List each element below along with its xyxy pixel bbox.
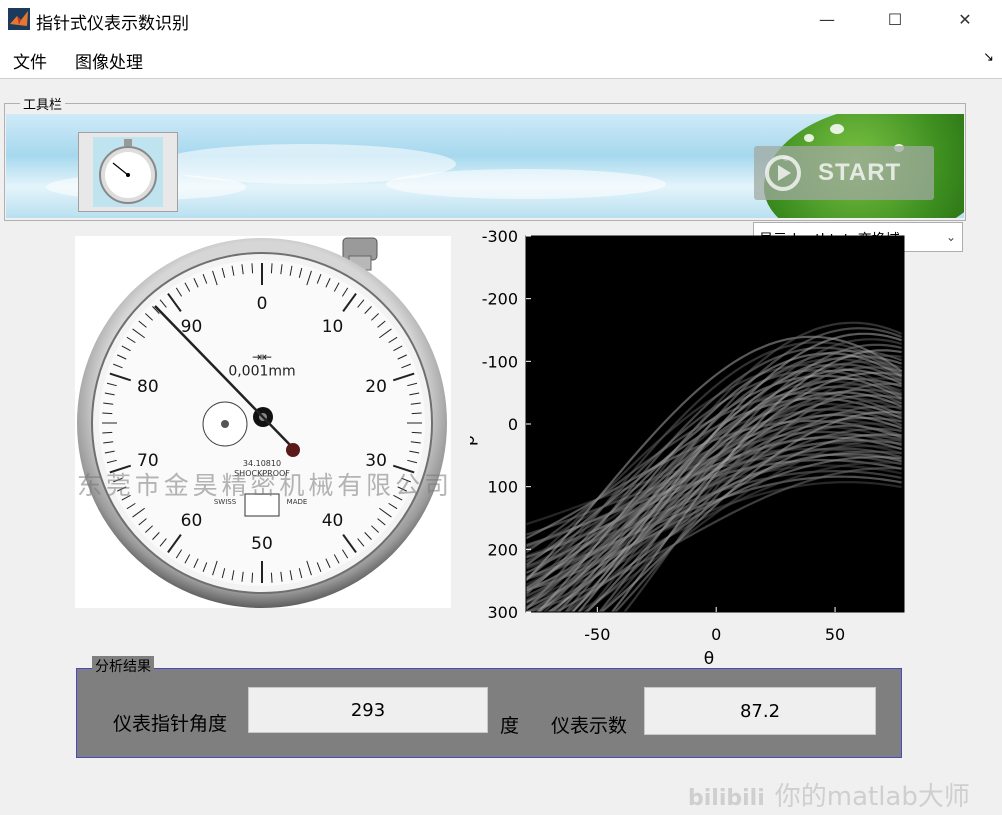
toolbar-panel-title: 工具栏 — [20, 94, 66, 113]
reading-label: 仪表示数 — [551, 715, 628, 737]
start-label: START — [818, 159, 902, 186]
gauge-number-40: 40 — [322, 511, 344, 531]
y-axis-label: ρ — [470, 435, 479, 446]
gauge-number-0: 0 — [257, 294, 268, 314]
gauge-number-60: 60 — [181, 511, 203, 531]
x-axis-label: θ — [704, 649, 714, 666]
site-watermark: bilibili 你的matlab大师 — [688, 776, 970, 813]
gauge-number-20: 20 — [365, 377, 387, 397]
svg-text:⇥⇤: ⇥⇤ — [252, 350, 272, 364]
angle-label: 仪表指针角度 — [113, 713, 228, 735]
gauge-number-50: 50 — [251, 534, 273, 554]
maximize-button[interactable]: ☐ — [872, 0, 918, 38]
angle-unit-label: 度 — [500, 715, 520, 737]
bilibili-logo-icon: bilibili — [688, 786, 765, 811]
svg-text:34.10810: 34.10810 — [243, 459, 281, 468]
window-title: 指针式仪表示数识别 — [36, 14, 189, 34]
menu-bar: 文件 图像处理 ↘ — [0, 38, 1002, 79]
gauge-number-70: 70 — [137, 451, 159, 471]
play-icon — [765, 155, 801, 191]
watermark-text: 你的matlab大师 — [774, 782, 970, 812]
title-bar: 指针式仪表示数识别 — ☐ ✕ — [0, 0, 1002, 38]
y-tick-label: 200 — [487, 540, 518, 559]
reading-value-field[interactable]: 87.2 — [644, 687, 876, 735]
dock-arrow-icon[interactable]: ↘ — [983, 50, 994, 65]
y-tick-label: -200 — [482, 290, 518, 309]
hough-transform-chart: -300 -200 -100 0 100 200 300 -50 0 50 ρ θ — [459, 226, 920, 669]
y-tick-label: 300 — [487, 603, 518, 622]
close-button[interactable]: ✕ — [942, 0, 988, 38]
gauge-number-90: 90 — [181, 317, 203, 337]
gauge-image: 0 10 20 30 40 50 60 70 80 90 ⇥⇤ 0,001mm 34.10810 … — [75, 236, 451, 608]
gauge-number-30: 30 — [365, 451, 387, 471]
chevron-down-icon: ⌄ — [945, 230, 957, 244]
y-tick-label: 100 — [487, 478, 518, 497]
gauge-unit: 0,001mm — [228, 363, 295, 379]
results-panel-title: 分析结果 — [92, 656, 154, 676]
y-tick-label: 0 — [508, 415, 518, 434]
y-tick-label: -300 — [482, 227, 518, 246]
x-tick-label: 50 — [825, 625, 845, 644]
gauge-number-80: 80 — [137, 377, 159, 397]
angle-value-field[interactable]: 293 — [248, 687, 488, 733]
matlab-logo-icon — [8, 8, 30, 30]
x-tick-label: -50 — [584, 625, 610, 644]
start-button[interactable]: START — [754, 146, 934, 200]
minimize-button[interactable]: — — [804, 0, 850, 38]
menu-file[interactable]: 文件 — [13, 48, 47, 73]
y-tick-label: -100 — [482, 352, 518, 371]
gauge-thumbnail-icon — [93, 137, 163, 207]
menu-image-processing[interactable]: 图像处理 — [75, 48, 143, 73]
load-image-button[interactable] — [78, 132, 178, 212]
gauge-number-10: 10 — [322, 317, 344, 337]
x-tick-label: 0 — [711, 625, 721, 644]
